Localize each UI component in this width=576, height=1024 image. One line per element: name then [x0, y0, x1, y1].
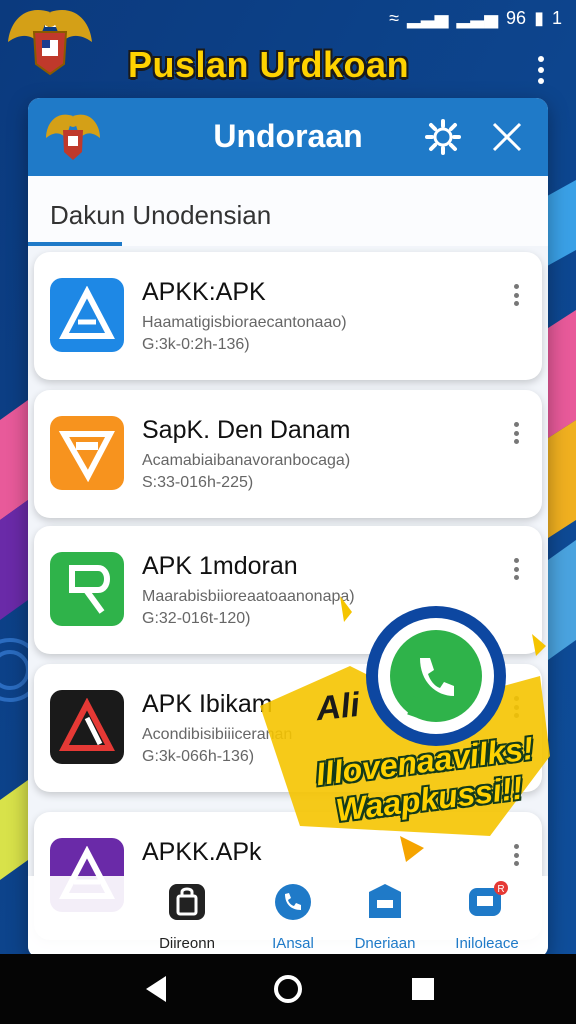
tab-indicator	[28, 242, 122, 246]
battery-text: 96	[506, 8, 527, 28]
back-icon[interactable]	[140, 972, 174, 1006]
nav-item-store[interactable]: Dneriaan	[330, 880, 440, 952]
app-list-item[interactable]: SapK. Den Danam Acamabiaibanavoranbocaga…	[34, 390, 542, 518]
promo-banner[interactable]: Ali Illovenaavilks! Waapkussi!!	[240, 586, 560, 876]
dialog-header: Undoraan	[28, 98, 548, 176]
app-name: SapK. Den Danam	[142, 416, 351, 444]
nav-label: Iniloleace	[455, 935, 519, 952]
recents-icon[interactable]	[406, 972, 440, 1006]
app-description: Haamatigisbioraecantonaao)	[142, 314, 347, 331]
app-size: S:33-016h-225)	[142, 474, 254, 491]
section-tab-label: Dakun Unodensian	[50, 200, 272, 230]
apk-blue-icon	[50, 278, 124, 352]
item-menu-icon[interactable]	[512, 422, 520, 444]
bottom-navigation: Diireonn IAnsal Dneriaan R Iniloleace	[28, 876, 548, 958]
battery-icon: ▮	[534, 8, 544, 28]
apk-green-icon	[50, 552, 124, 626]
section-tab[interactable]: Dakun Unodensian	[28, 176, 548, 246]
nav-label: Diireonn	[159, 935, 215, 952]
app-list-item[interactable]: APKK:APK Haamatigisbioraecantonaao) G:3k…	[34, 252, 542, 380]
system-navigation-bar	[0, 954, 576, 1024]
nav-item-inbox[interactable]: R Iniloleace	[432, 880, 542, 952]
app-description: Acamabiaibanavoranbocaga)	[142, 452, 351, 469]
phone-icon	[275, 884, 311, 920]
app-name: APK 1mdoran	[142, 552, 298, 580]
apk-orange-icon	[50, 416, 124, 490]
status-extra: 1	[551, 8, 562, 28]
dialog-title: Undoraan	[213, 118, 363, 154]
app-name: APKK:APK	[142, 278, 266, 306]
store-icon	[369, 884, 401, 918]
status-icons: ≈ ▂▃▅ ▂▃▅ 96 ▮ 1	[389, 8, 562, 29]
app-size: G:3k-0:2h-136)	[142, 336, 250, 353]
app-size: G:3k-066h-136)	[142, 748, 255, 765]
apk-black-icon	[50, 690, 124, 764]
signal-icon: ▂▃▅	[456, 8, 499, 28]
item-menu-icon[interactable]	[512, 558, 520, 580]
home-icon[interactable]	[271, 972, 305, 1006]
promo-badge-text: Ali	[314, 685, 362, 729]
overflow-menu-icon[interactable]	[534, 56, 548, 84]
app-title: Puslan Urdkoan	[128, 44, 410, 85]
garuda-emblem-icon	[8, 10, 92, 76]
promo-badge: Ali	[289, 675, 386, 740]
settings-gear-icon[interactable]	[424, 118, 462, 156]
app-size: G:32-016t-120)	[142, 610, 251, 627]
chat-badge-icon: R	[469, 881, 508, 916]
nav-label: Dneriaan	[354, 935, 416, 952]
signal-icon: ▂▃▅	[406, 8, 449, 28]
close-icon[interactable]	[490, 120, 524, 154]
item-menu-icon[interactable]	[512, 284, 520, 306]
nav-item-downloads[interactable]: Diireonn	[132, 880, 242, 952]
bag-icon	[169, 884, 205, 920]
wifi-icon: ≈	[389, 8, 399, 28]
svg-text:R: R	[497, 884, 504, 895]
